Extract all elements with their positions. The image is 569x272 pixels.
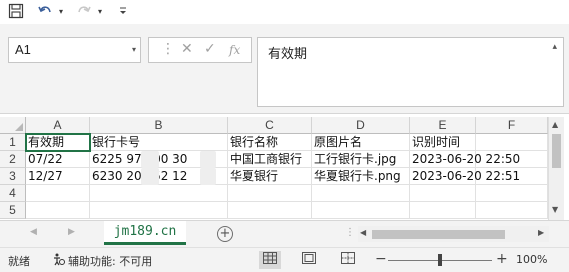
horizontal-scrollbar[interactable]: ◀ ▶ — [358, 226, 549, 242]
redaction-mask — [200, 151, 216, 168]
grid-cell[interactable] — [90, 202, 228, 219]
column-header-f[interactable]: F — [476, 117, 548, 134]
zoom-in-icon[interactable]: + — [496, 251, 508, 267]
page-break-view-icon[interactable] — [337, 251, 359, 269]
save-icon[interactable] — [7, 1, 25, 21]
status-bar: 就绪 辅助功能: 不可用 − + 100% — [0, 247, 569, 272]
undo-dropdown-icon[interactable]: ▾ — [56, 1, 66, 21]
column-header-c[interactable]: C — [228, 117, 312, 134]
scroll-up-icon[interactable]: ▲ — [552, 120, 558, 129]
next-sheet-icon[interactable]: ▶ — [68, 227, 75, 237]
redo-dropdown-icon[interactable]: ▾ — [95, 1, 105, 21]
zoom-level[interactable]: 100% — [516, 253, 547, 266]
redaction-mask — [200, 168, 216, 185]
grid-cell[interactable]: 07/22 — [26, 151, 90, 168]
grid-cell[interactable] — [476, 202, 548, 219]
more-options-icon[interactable]: ⋮ — [161, 41, 175, 57]
scroll-left-icon[interactable]: ◀ — [360, 228, 366, 237]
grid-cell[interactable]: 银行卡号 — [90, 134, 228, 151]
normal-view-icon[interactable] — [259, 251, 281, 269]
grid-cell[interactable] — [228, 202, 312, 219]
row-header-2[interactable]: 2 — [0, 151, 26, 168]
row-header-4[interactable]: 4 — [0, 185, 26, 202]
grid-cell[interactable]: 中国工商银行 — [228, 151, 312, 168]
redo-icon[interactable] — [75, 1, 93, 21]
formula-bar-area: A1 ▾ ⋮ ✕ ✓ fx 有效期 ▴ — [0, 26, 569, 114]
grid-cell[interactable] — [410, 202, 476, 219]
grid-cell[interactable] — [26, 185, 90, 202]
quick-access-toolbar: ▾ ▾ — [0, 0, 569, 24]
customize-toolbar-icon[interactable] — [116, 1, 130, 21]
grid-cell[interactable]: 银行名称 — [228, 134, 312, 151]
column-header-e[interactable]: E — [410, 117, 476, 134]
worksheet-grid[interactable]: A B C D E F 1 有效期 银行卡号 银行名称 原图片名 识别时间 2 07/22 6225 97 … — [0, 117, 569, 220]
insert-function-icon[interactable]: fx — [229, 43, 240, 57]
name-box-dropdown-icon[interactable]: ▾ — [132, 45, 136, 54]
redaction-mask — [141, 168, 159, 185]
grid-cell[interactable] — [312, 202, 410, 219]
accessibility-status[interactable]: 辅助功能: 不可用 — [68, 253, 152, 269]
grid-cell[interactable] — [90, 185, 228, 202]
status-ready: 就绪 — [8, 255, 30, 268]
row-header-5[interactable]: 5 — [0, 202, 26, 219]
grid-cell[interactable] — [476, 168, 548, 185]
accessibility-icon[interactable] — [52, 252, 66, 269]
grid-cell[interactable]: 华夏银行卡.png — [312, 168, 410, 185]
grid-cell[interactable] — [410, 185, 476, 202]
undo-icon[interactable] — [36, 1, 54, 21]
grid-cell[interactable]: 原图片名 — [312, 134, 410, 151]
grid-cell[interactable] — [228, 185, 312, 202]
vertical-scrollbar[interactable]: ▲ ▼ — [548, 117, 564, 220]
grid-cell[interactable]: 2023-06-20 22:50 — [410, 151, 520, 168]
grid-cell[interactable] — [476, 185, 548, 202]
redaction-mask — [141, 151, 159, 168]
name-box-value: A1 — [15, 42, 31, 57]
scroll-down-icon[interactable]: ▼ — [552, 205, 558, 214]
prev-sheet-icon[interactable]: ◀ — [30, 227, 37, 237]
grid-cell[interactable]: 华夏银行 — [228, 168, 312, 185]
vertical-scroll-thumb[interactable] — [552, 134, 561, 168]
collapse-formula-bar-icon[interactable]: ▴ — [552, 42, 557, 52]
formula-buttons: ⋮ ✕ ✓ fx — [148, 37, 252, 63]
grid-cell[interactable] — [476, 151, 548, 168]
row-header-3[interactable]: 3 — [0, 168, 26, 185]
grid-cell[interactable]: 12/27 — [26, 168, 90, 185]
zoom-slider-handle[interactable] — [438, 254, 442, 266]
grid-cell[interactable] — [26, 202, 90, 219]
enter-icon[interactable]: ✓ — [204, 41, 216, 57]
column-header-b[interactable]: B — [90, 117, 228, 134]
horizontal-scroll-thumb[interactable] — [372, 230, 505, 239]
sheet-tab[interactable]: jm189.cn — [104, 221, 186, 245]
page-layout-view-icon[interactable] — [298, 251, 320, 269]
scroll-right-icon[interactable]: ▶ — [538, 228, 544, 237]
sheet-tab-bar: ◀ ▶ jm189.cn + ⋮ ◀ ▶ — [0, 220, 569, 247]
formula-input[interactable]: 有效期 ▴ — [257, 37, 564, 107]
grid-cell[interactable] — [476, 134, 548, 151]
zoom-out-icon[interactable]: − — [375, 251, 387, 267]
select-all-corner[interactable] — [0, 117, 26, 134]
column-header-a[interactable]: A — [26, 117, 90, 134]
tab-split-handle-icon[interactable]: ⋮ — [345, 227, 355, 238]
cancel-icon[interactable]: ✕ — [181, 41, 193, 57]
grid-cell[interactable]: 2023-06-20 22:51 — [410, 168, 520, 185]
grid-cell[interactable]: 识别时间 — [410, 134, 476, 151]
row-header-1[interactable]: 1 — [0, 134, 26, 151]
add-sheet-icon[interactable]: + — [217, 226, 233, 242]
selected-cell[interactable]: 有效期 — [25, 133, 91, 152]
grid-cell[interactable] — [312, 185, 410, 202]
name-box[interactable]: A1 ▾ — [8, 37, 141, 63]
column-header-d[interactable]: D — [312, 117, 410, 134]
formula-content: 有效期 — [268, 47, 308, 62]
grid-cell[interactable]: 工行银行卡.jpg — [312, 151, 410, 168]
